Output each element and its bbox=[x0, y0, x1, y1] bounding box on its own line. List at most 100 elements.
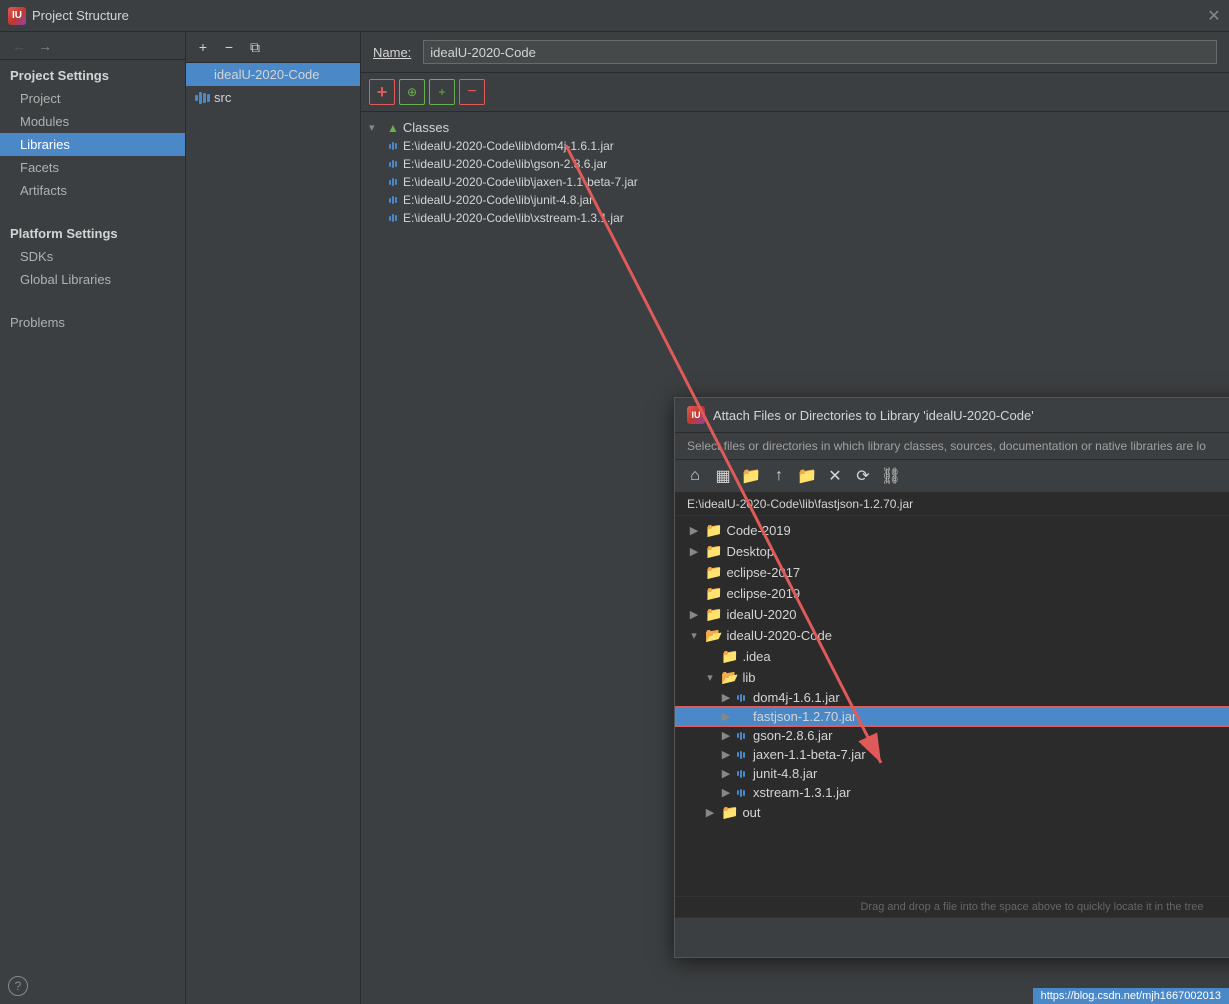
classpath-item-label: E:\idealU-2020-Code\lib\jaxen-1.1-beta-7… bbox=[403, 175, 638, 189]
dtree-item-jaxen[interactable]: ▶ jaxen-1.1-beta-7.jar bbox=[675, 745, 1229, 764]
sidebar-item-problems[interactable]: Problems bbox=[0, 307, 185, 334]
dialog-app-icon: IU bbox=[687, 406, 705, 424]
chevron-down-icon: ▾ bbox=[703, 671, 717, 684]
home-button[interactable]: ⌂ bbox=[683, 464, 707, 488]
dtree-item-label: xstream-1.3.1.jar bbox=[753, 785, 851, 800]
dialog-tree[interactable]: ▶ 📁 Code-2019 ▶ 📁 Desktop bbox=[675, 516, 1229, 896]
classpath-item-dom4j[interactable]: E:\idealU-2020-Code\lib\dom4j-1.6.1.jar bbox=[361, 137, 1229, 155]
dtree-item-junit[interactable]: ▶ junit-4.8.jar bbox=[675, 764, 1229, 783]
classpath-item-junit[interactable]: E:\idealU-2020-Code\lib\junit-4.8.jar bbox=[361, 191, 1229, 209]
remove-classpath-button[interactable]: − bbox=[459, 79, 485, 105]
link-button[interactable]: ⛓ bbox=[879, 464, 903, 488]
sidebar-item-project[interactable]: Project bbox=[0, 87, 185, 110]
lib-item-src[interactable]: src bbox=[186, 86, 360, 109]
copy-library-button[interactable]: ⧉ bbox=[244, 36, 266, 58]
dtree-item-label: fastjson-1.2.70.jar bbox=[753, 709, 856, 724]
name-label: Name: bbox=[373, 45, 411, 60]
chevron-down-icon: ▾ bbox=[687, 629, 701, 642]
dtree-item-idealu2020[interactable]: ▶ 📁 idealU-2020 bbox=[675, 604, 1229, 625]
dtree-item-label: junit-4.8.jar bbox=[753, 766, 817, 781]
jar-file-icon bbox=[737, 694, 745, 702]
dtree-item-code2019[interactable]: ▶ 📁 Code-2019 bbox=[675, 520, 1229, 541]
classpath-item-jaxen[interactable]: E:\idealU-2020-Code\lib\jaxen-1.1-beta-7… bbox=[361, 173, 1229, 191]
folder-icon: 📁 bbox=[705, 543, 722, 560]
chevron-icon: ▶ bbox=[719, 691, 733, 704]
chevron-icon: ▶ bbox=[687, 608, 701, 621]
refresh-button[interactable]: ⟳ bbox=[851, 464, 875, 488]
dtree-item-lib[interactable]: ▾ 📂 lib bbox=[675, 667, 1229, 688]
lib-item-idealu-2020-code[interactable]: idealU-2020-Code bbox=[186, 63, 360, 86]
forward-arrow-icon[interactable]: → bbox=[34, 36, 56, 56]
dtree-item-out[interactable]: ▶ 📁 out bbox=[675, 802, 1229, 823]
lib-bar-icon bbox=[194, 68, 210, 82]
sidebar-item-sdks[interactable]: SDKs bbox=[0, 245, 185, 268]
project-settings-section: Project Settings bbox=[0, 60, 185, 87]
classes-chevron-icon: ▾ bbox=[369, 121, 383, 134]
file-dialog: IU Attach Files or Directories to Librar… bbox=[674, 397, 1229, 958]
dtree-item-eclipse2017[interactable]: 📁 eclipse-2017 bbox=[675, 562, 1229, 583]
close-icon[interactable]: ✕ bbox=[1207, 9, 1221, 23]
classpath-item-label: E:\idealU-2020-Code\lib\xstream-1.3.1.ja… bbox=[403, 211, 624, 225]
dtree-item-dom4j[interactable]: ▶ dom4j-1.6.1.jar bbox=[675, 688, 1229, 707]
sidebar-spacer2 bbox=[0, 291, 185, 307]
sidebar-item-artifacts[interactable]: Artifacts bbox=[0, 179, 185, 202]
delete-button[interactable]: ✕ bbox=[823, 464, 847, 488]
dtree-item-label: gson-2.8.6.jar bbox=[753, 728, 833, 743]
dtree-item-fastjson[interactable]: ▶ fastjson-1.2.70.jar bbox=[675, 707, 1229, 726]
dtree-item-gson[interactable]: ▶ gson-2.8.6.jar bbox=[675, 726, 1229, 745]
add-classpath-button[interactable]: + bbox=[369, 79, 395, 105]
classes-label: Classes bbox=[403, 120, 449, 135]
jar-file-icon bbox=[737, 770, 745, 778]
classpath-toolbar: + ⊕ + − bbox=[361, 73, 1229, 112]
chevron-icon: ▶ bbox=[719, 748, 733, 761]
classes-root: ▾ ▲ Classes bbox=[361, 118, 1229, 137]
nav-up-button[interactable]: ↑ bbox=[767, 464, 791, 488]
library-name-input[interactable] bbox=[423, 40, 1217, 64]
sidebar-item-global-libraries[interactable]: Global Libraries bbox=[0, 268, 185, 291]
folder-icon: 📁 bbox=[705, 585, 722, 602]
new-folder-button[interactable]: 📁 bbox=[795, 464, 819, 488]
remove-library-button[interactable]: − bbox=[218, 36, 240, 58]
jar-icon bbox=[389, 196, 397, 204]
classpath-item-xstream[interactable]: E:\idealU-2020-Code\lib\xstream-1.3.1.ja… bbox=[361, 209, 1229, 227]
sidebar-item-libraries[interactable]: Libraries bbox=[0, 133, 185, 156]
chevron-icon: ▶ bbox=[719, 729, 733, 742]
lib-list-panel: + − ⧉ idealU-2020-Code bbox=[186, 32, 361, 1004]
list-view-button[interactable]: ▦ bbox=[711, 464, 735, 488]
chevron-icon: ▶ bbox=[719, 767, 733, 780]
folder-icon: 📁 bbox=[705, 564, 722, 581]
tree-view-button[interactable]: 📁 bbox=[739, 464, 763, 488]
jar-file-icon bbox=[737, 713, 745, 721]
help-button[interactable]: ? bbox=[8, 976, 28, 996]
dtree-item-desktop[interactable]: ▶ 📁 Desktop bbox=[675, 541, 1229, 562]
sidebar-item-facets[interactable]: Facets bbox=[0, 156, 185, 179]
dtree-item-xstream[interactable]: ▶ xstream-1.3.1.jar bbox=[675, 783, 1229, 802]
lib-item-src-label: src bbox=[214, 90, 231, 105]
dtree-item-label: .idea bbox=[742, 649, 770, 664]
jar-file-icon bbox=[737, 789, 745, 797]
folder-icon: 📁 bbox=[721, 648, 738, 665]
dtree-item-idea[interactable]: 📁 .idea bbox=[675, 646, 1229, 667]
app-icon: IU bbox=[8, 7, 26, 25]
dialog-buttons: OK Can bbox=[675, 917, 1229, 957]
classpath-item-gson[interactable]: E:\idealU-2020-Code\lib\gson-2.8.6.jar bbox=[361, 155, 1229, 173]
nav-arrows: ← → bbox=[0, 32, 185, 60]
add-library-button[interactable]: + bbox=[192, 36, 214, 58]
bottom-help: ? bbox=[0, 968, 185, 1004]
dialog-toolbar: ⌂ ▦ 📁 ↑ 📁 ✕ ⟳ ⛓ Hid bbox=[675, 460, 1229, 493]
sidebar-item-modules[interactable]: Modules bbox=[0, 110, 185, 133]
dtree-item-label: lib bbox=[742, 670, 755, 685]
classpath-item-label: E:\idealU-2020-Code\lib\junit-4.8.jar bbox=[403, 193, 593, 207]
attach-button[interactable]: ⊕ bbox=[399, 79, 425, 105]
add-folder-button[interactable]: + bbox=[429, 79, 455, 105]
dtree-item-label: idealU-2020 bbox=[726, 607, 796, 622]
dtree-item-eclipse2019[interactable]: 📁 eclipse-2019 bbox=[675, 583, 1229, 604]
dtree-item-label: eclipse-2017 bbox=[726, 565, 800, 580]
lib-item-label: idealU-2020-Code bbox=[214, 67, 320, 82]
back-arrow-icon[interactable]: ← bbox=[8, 36, 30, 56]
dtree-item-idealu2020code[interactable]: ▾ 📂 idealU-2020-Code bbox=[675, 625, 1229, 646]
chevron-icon: ▶ bbox=[687, 524, 701, 537]
title-controls: ✕ bbox=[1207, 9, 1221, 23]
window-title: Project Structure bbox=[32, 8, 129, 23]
main-window: IU Project Structure ✕ ← → Project Setti… bbox=[0, 0, 1229, 1004]
